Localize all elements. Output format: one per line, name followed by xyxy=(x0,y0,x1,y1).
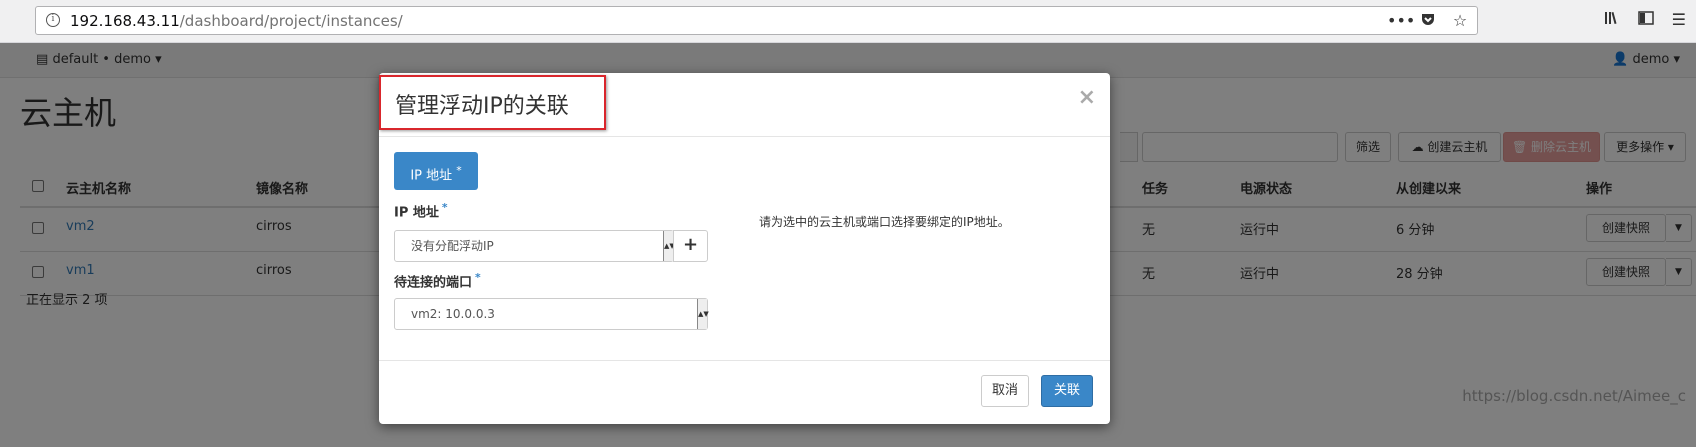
required-marker: * xyxy=(441,201,448,214)
modal-footer: 取消 关联 xyxy=(379,360,1110,425)
ip-address-value: 没有分配浮动IP xyxy=(411,239,494,253)
modal-title: 管理浮动IP的关联 xyxy=(395,94,569,119)
port-value: vm2: 10.0.0.3 xyxy=(411,307,495,321)
info-icon[interactable]: i xyxy=(46,13,60,27)
sidebar-icon[interactable] xyxy=(1637,10,1654,30)
port-label-text: 待连接的端口 xyxy=(394,275,473,291)
ip-address-select[interactable]: 没有分配浮动IP ▲▼ xyxy=(394,230,675,262)
help-text: 请为选中的云主机或端口选择要绑定的IP地址。 xyxy=(759,215,1010,229)
ip-address-label-text: IP 地址 xyxy=(394,205,439,221)
browser-toolbar: i 192.168.43.11/dashboard/project/instan… xyxy=(0,0,1696,43)
url-path: /dashboard/project/instances/ xyxy=(179,12,403,30)
cancel-button[interactable]: 取消 xyxy=(981,375,1029,407)
star-icon[interactable]: ☆ xyxy=(1451,11,1469,31)
ellipsis-icon[interactable]: ••• xyxy=(1387,11,1415,31)
url-bar[interactable]: i 192.168.43.11/dashboard/project/instan… xyxy=(35,6,1478,35)
watermark: https://blog.csdn.net/Aimee_c xyxy=(1462,387,1686,405)
close-icon[interactable]: × xyxy=(1078,85,1096,110)
allocate-ip-button[interactable]: + xyxy=(673,230,708,262)
port-select[interactable]: vm2: 10.0.0.3 ▲▼ xyxy=(394,298,709,330)
pocket-icon[interactable] xyxy=(1419,11,1437,31)
url-host: 192.168.43.11 xyxy=(70,12,180,30)
associate-button[interactable]: 关联 xyxy=(1041,375,1093,407)
port-label: 待连接的端口 * xyxy=(394,271,481,290)
url-text[interactable]: 192.168.43.11/dashboard/project/instance… xyxy=(70,12,403,30)
required-marker: * xyxy=(475,271,481,284)
modal-header: 管理浮动IP的关联 × xyxy=(379,73,1110,137)
floating-ip-modal: 管理浮动IP的关联 × IP 地址 * IP 地址 * 没有分配浮动IP ▲▼ +… xyxy=(379,73,1110,424)
select-arrow-icon: ▲▼ xyxy=(697,299,709,329)
tab-ip-address[interactable]: IP 地址 * xyxy=(394,152,478,190)
required-marker: * xyxy=(456,164,462,177)
menu-icon[interactable]: ☰ xyxy=(1672,10,1686,30)
tab-ip-label: IP 地址 xyxy=(410,168,453,184)
select-arrow-icon: ▲▼ xyxy=(663,231,675,261)
ip-address-label: IP 地址 * xyxy=(394,201,448,220)
library-icon[interactable] xyxy=(1604,10,1620,30)
